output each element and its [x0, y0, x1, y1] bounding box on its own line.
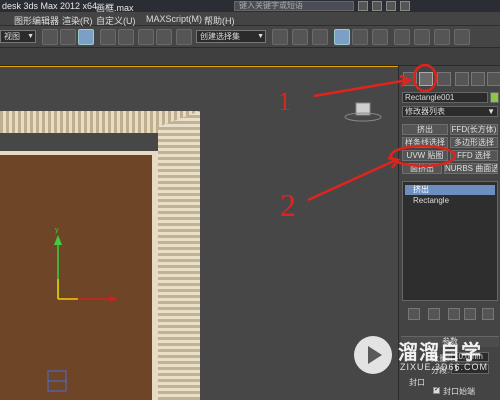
move-icon[interactable] [60, 29, 76, 45]
edit-named-sel-icon[interactable] [176, 29, 192, 45]
percent-snap-icon[interactable] [138, 29, 154, 45]
pin-stack-icon[interactable] [408, 308, 420, 320]
object-name-field[interactable]: Rectangle001 [402, 92, 488, 103]
snap-icon[interactable] [100, 29, 116, 45]
uvw-map-button[interactable]: UVW 贴图 [402, 150, 448, 161]
modify-tab-icon[interactable] [419, 72, 433, 86]
watermark-url: ZIXUE.3D66.COM [400, 362, 489, 372]
menu-maxscript[interactable]: MAXScript(M) [146, 14, 202, 24]
extrude-button[interactable]: 挤出 [402, 124, 448, 135]
main-toolbar: 视图 ▼ 创建选择集 ▼ [0, 26, 500, 48]
object-color-swatch[interactable] [490, 92, 499, 103]
face-extrude-button[interactable]: 面挤出 [402, 163, 442, 174]
show-end-result-icon[interactable] [428, 308, 440, 320]
play-icon [368, 346, 382, 364]
modifier-list-dropdown[interactable]: 修改器列表 ▼ [402, 106, 498, 117]
poly-select-button[interactable]: 多边形选择 [450, 137, 498, 148]
ffd-select-button[interactable]: FFD 选择 [450, 150, 498, 161]
watermark-brand: 溜溜自学 [398, 342, 482, 364]
render-setup-icon[interactable] [414, 29, 430, 45]
mirror-icon[interactable] [272, 29, 288, 45]
rotate-icon[interactable] [78, 29, 94, 45]
star-icon[interactable] [386, 1, 396, 11]
stack-toolbar [402, 306, 498, 322]
display-tab-icon[interactable] [471, 72, 485, 86]
hierarchy-tab-icon[interactable] [437, 72, 451, 86]
motion-tab-icon[interactable] [455, 72, 469, 86]
help-icon[interactable] [400, 1, 410, 11]
select-icon[interactable] [42, 29, 58, 45]
ribbon-strip [0, 48, 500, 66]
search-icon[interactable] [358, 1, 368, 11]
stack-item-rectangle[interactable]: Rectangle [405, 196, 495, 206]
chevron-down-icon: ▼ [487, 107, 495, 116]
ffd-box-button[interactable]: FFD(长方体) [450, 124, 498, 135]
view-select[interactable]: 视图 ▼ [0, 30, 36, 43]
watermark-logo [354, 336, 392, 374]
render-frame-icon[interactable] [434, 29, 450, 45]
watermark: 溜溜自学 ZIXUE.3D66.COM [350, 330, 500, 390]
title-bar: desk 3ds Max 2012 x64 画框.max 键入关键字或短语 [0, 0, 500, 13]
layers-icon[interactable] [312, 29, 328, 45]
app-title: desk 3ds Max 2012 x64 [2, 1, 98, 11]
picture-canvas [0, 155, 152, 400]
align-icon[interactable] [292, 29, 308, 45]
command-panel-tabs [401, 70, 500, 90]
nurbs-select-button[interactable]: NURBS 曲面选择 [444, 163, 498, 174]
graphite-icon[interactable] [334, 29, 350, 45]
viewport-scene: y [0, 102, 382, 400]
chevron-down-icon: ▼ [27, 33, 34, 40]
chevron-down-icon: ▼ [257, 33, 264, 40]
frame-right [158, 111, 200, 400]
material-editor-icon[interactable] [394, 29, 410, 45]
utilities-tab-icon[interactable] [487, 72, 500, 86]
spinner-snap-icon[interactable] [156, 29, 172, 45]
remove-modifier-icon[interactable] [464, 308, 476, 320]
modifier-stack: 挤出 Rectangle [402, 181, 498, 301]
angle-snap-icon[interactable] [118, 29, 134, 45]
stack-item-extrude[interactable]: 挤出 [405, 185, 495, 195]
perspective-viewport[interactable]: y [0, 66, 398, 400]
render-icon[interactable] [454, 29, 470, 45]
schematic-icon[interactable] [372, 29, 388, 45]
community-icon[interactable] [372, 1, 382, 11]
named-selection-set[interactable]: 创建选择集 ▼ [196, 30, 266, 43]
create-tab-icon[interactable] [403, 72, 417, 86]
menu-bar: 图形编辑器 渲染(R) 自定义(U) MAXScript(M) 帮助(H) [0, 12, 500, 26]
configure-sets-icon[interactable] [482, 308, 494, 320]
gizmo-y-label: y [55, 227, 59, 234]
curve-editor-icon[interactable] [352, 29, 368, 45]
spline-select-button[interactable]: 样条线选择 [402, 137, 448, 148]
search-input[interactable]: 键入关键字或短语 [234, 1, 354, 11]
make-unique-icon[interactable] [448, 308, 460, 320]
